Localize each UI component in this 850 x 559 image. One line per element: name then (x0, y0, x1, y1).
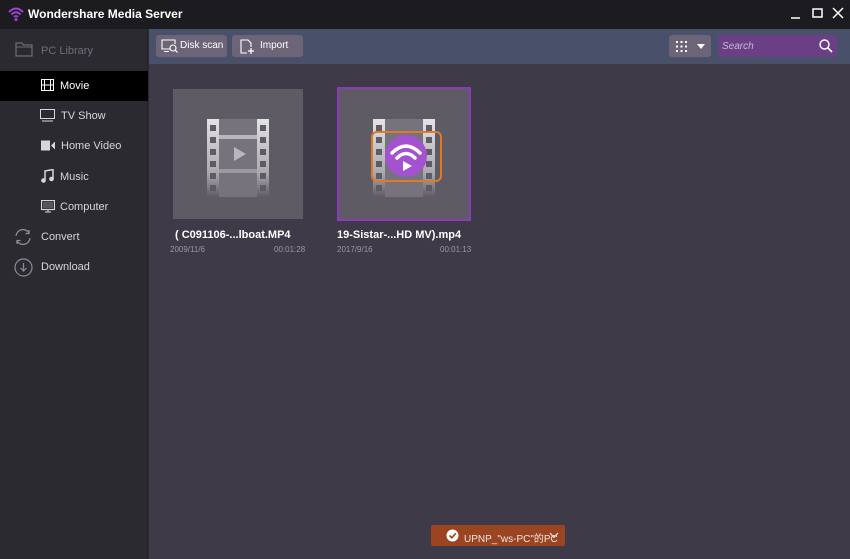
import-button[interactable]: Import (232, 35, 303, 57)
sidebar-item-home-video[interactable]: Home Video (0, 131, 148, 161)
search-input[interactable] (722, 37, 814, 55)
disk-scan-icon (161, 39, 178, 53)
media-thumbnail (173, 89, 303, 219)
video-file-icon (207, 119, 269, 197)
sidebar-item-label: Download (41, 261, 90, 273)
chevron-down-icon (697, 44, 705, 49)
import-label: Import (260, 40, 289, 51)
monitor-icon (41, 200, 55, 213)
media-date: 2017/9/16 (337, 245, 373, 254)
search-box (718, 35, 837, 57)
video-camera-icon (41, 140, 55, 151)
search-icon[interactable] (819, 39, 833, 53)
sidebar-header-label: PC Library (41, 45, 93, 57)
sidebar-item-tv-show[interactable]: TV Show (0, 101, 148, 131)
media-title: 19-Sistar-...HD MV).mp4 (337, 229, 462, 241)
sidebar-item-label: Convert (41, 231, 80, 243)
title-bar: Wondershare Media Server (0, 0, 850, 29)
disk-scan-button[interactable]: Disk scan (156, 35, 227, 57)
check-circle-icon (446, 529, 459, 542)
toolbar: Disk scan Import (149, 29, 850, 64)
main-content: Disk scan Import Search (C091106-...lbo… (149, 29, 850, 559)
wifi-play-cast-icon (385, 135, 427, 177)
sidebar-item-label: Computer (60, 201, 109, 213)
folder-icon (15, 42, 33, 57)
app-title: Wondershare Media Server (28, 7, 183, 21)
import-file-icon (240, 39, 254, 54)
media-thumbnail (337, 87, 471, 221)
music-note-icon (41, 169, 54, 183)
convert-icon (15, 228, 31, 246)
sidebar: PC Library Movie TV Show Home Video Musi… (0, 29, 148, 559)
film-icon (41, 79, 54, 91)
media-duration: 00:01:28 (274, 245, 306, 254)
sidebar-item-movie[interactable]: Movie (0, 71, 148, 101)
device-selector[interactable]: UPNP_"ws-PC"的PC (431, 525, 565, 546)
maximize-icon[interactable] (808, 4, 828, 24)
media-title: ( C091106-...lboat.MP4 (175, 229, 291, 241)
sidebar-item-label: Music (60, 171, 89, 183)
sidebar-item-convert[interactable]: Convert (0, 222, 148, 252)
chevron-down-icon (549, 532, 559, 539)
minimize-icon[interactable] (786, 4, 806, 24)
sidebar-item-music[interactable]: Music (0, 162, 148, 192)
disk-scan-label: Disk scan (180, 40, 224, 51)
media-date: 2009/11/6 (170, 245, 205, 254)
download-icon (14, 258, 33, 277)
grid-view-icon (676, 41, 687, 52)
tv-icon (40, 109, 55, 122)
sidebar-item-label: TV Show (61, 110, 106, 122)
sidebar-item-download[interactable]: Download (0, 252, 148, 282)
sidebar-item-label: Movie (60, 80, 90, 92)
sidebar-item-label: Home Video (61, 140, 122, 152)
close-icon[interactable] (828, 4, 848, 24)
device-label: UPNP_"ws-PC"的PC (464, 534, 558, 545)
view-mode-dropdown[interactable] (669, 35, 711, 57)
sidebar-header-pc-library[interactable]: PC Library (0, 29, 148, 70)
media-duration: 00:01:13 (440, 245, 472, 254)
sidebar-item-computer[interactable]: Computer (0, 192, 148, 222)
wifi-logo-icon (8, 7, 24, 21)
